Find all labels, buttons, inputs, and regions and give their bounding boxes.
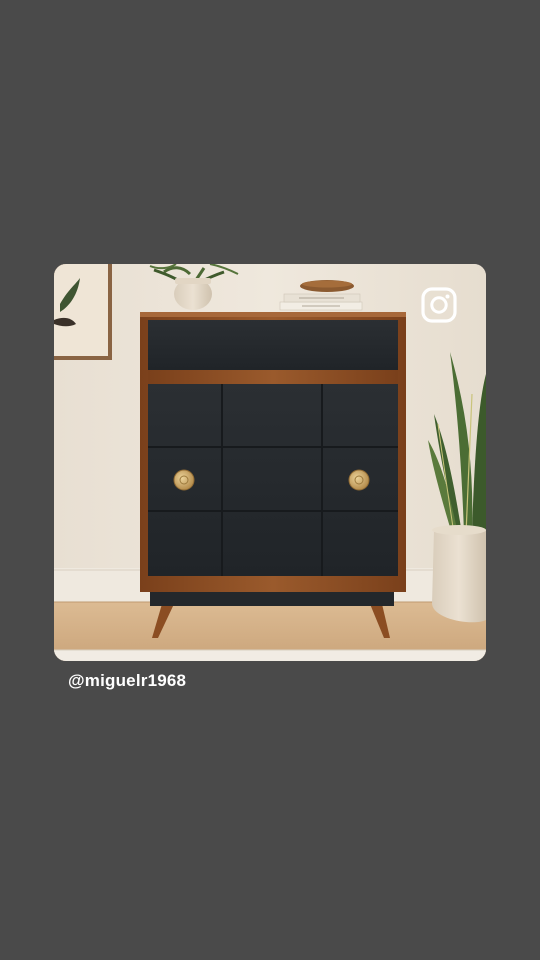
rug-edge [54, 650, 486, 661]
drawer-knob-right [348, 469, 370, 491]
drawer-knob-left [173, 469, 195, 491]
dresser [140, 312, 406, 638]
post-card[interactable] [54, 264, 486, 661]
instagram-icon[interactable] [420, 286, 458, 324]
username-label[interactable]: @miguelr1968 [68, 671, 186, 691]
framed-art [54, 264, 112, 360]
